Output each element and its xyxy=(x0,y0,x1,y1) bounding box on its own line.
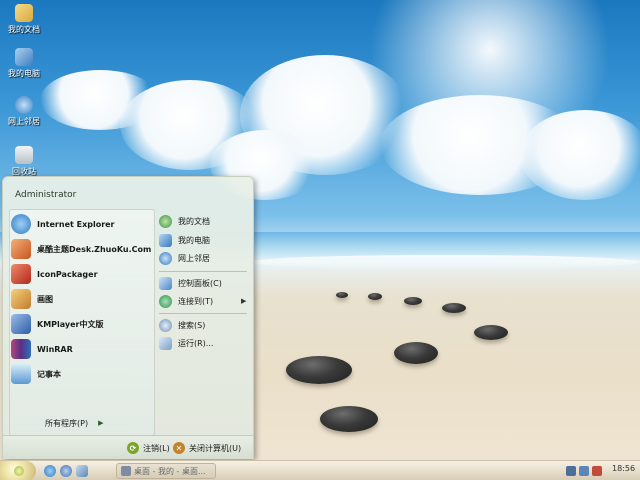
volume-tray-icon[interactable] xyxy=(579,466,589,476)
stone xyxy=(404,297,422,305)
system-label: 连接到(T) xyxy=(178,296,214,306)
desktop-icon-label: 我的电脑 xyxy=(8,69,40,78)
tool-label: 搜索(S) xyxy=(178,320,206,330)
place-label: 我的文档 xyxy=(178,216,210,226)
paint-icon xyxy=(11,289,31,309)
my-documents-icon xyxy=(159,214,172,228)
sea-foam xyxy=(250,255,640,269)
stone xyxy=(320,406,378,432)
zhuoku-theme-icon xyxy=(11,239,31,259)
taskbar-window-button[interactable]: 桌面 - 我的 - 桌面... xyxy=(116,463,216,479)
program-label: KMPlayer中文版 xyxy=(37,319,104,329)
program-winrar[interactable]: WinRAR xyxy=(11,338,73,360)
desktop-icon-my-documents[interactable]: 我的文档 xyxy=(4,4,44,35)
tool-run[interactable]: 运行(R)... xyxy=(159,335,213,351)
media-player-icon[interactable] xyxy=(60,465,72,477)
network-tray-icon[interactable] xyxy=(566,466,576,476)
my-computer-icon xyxy=(15,48,33,66)
search-icon xyxy=(159,318,172,332)
start-orb-icon xyxy=(14,466,24,476)
connect-to-icon xyxy=(159,294,172,308)
stone xyxy=(442,303,466,313)
cloud xyxy=(520,110,640,200)
internet-explorer-icon[interactable] xyxy=(44,465,56,477)
clock[interactable]: 18:56 xyxy=(612,464,635,473)
show-desktop-icon[interactable] xyxy=(76,465,88,477)
chevron-right-icon: ▶ xyxy=(241,297,247,305)
program-label: WinRAR xyxy=(37,344,73,354)
place-label: 网上邻居 xyxy=(178,253,210,263)
place-my-computer[interactable]: 我的电脑 xyxy=(159,232,210,248)
shutdown-label: 关闭计算机(U) xyxy=(189,443,242,453)
program-paint[interactable]: 画图 xyxy=(11,288,53,310)
stone xyxy=(286,356,352,384)
user-name: Administrator xyxy=(15,190,77,200)
stone xyxy=(394,342,438,364)
program-label: 桌酷主题Desk.ZhuoKu.Com xyxy=(37,244,152,254)
system-connect-to[interactable]: 连接到(T) ▶ xyxy=(159,293,246,309)
all-programs-label: 所有程序(P) xyxy=(45,418,89,428)
logoff-icon: ⟳ xyxy=(127,442,139,454)
desktop-icon-label: 网上邻居 xyxy=(8,117,40,126)
recycle-bin-icon xyxy=(15,146,33,164)
notepad-icon xyxy=(11,364,31,384)
system-label: 控制面板(C) xyxy=(178,278,222,288)
taskbar-window-label: 桌面 - 我的 - 桌面... xyxy=(134,466,206,476)
network-places-icon xyxy=(159,251,172,265)
menu-separator xyxy=(159,271,247,272)
menu-separator xyxy=(159,313,247,314)
winrar-icon xyxy=(11,339,31,359)
place-label: 我的电脑 xyxy=(178,235,210,245)
logoff-button[interactable]: ⟳ 注销(L) xyxy=(127,441,170,455)
run-icon xyxy=(159,336,172,350)
program-notepad[interactable]: 记事本 xyxy=(11,363,61,385)
all-programs-button[interactable]: 所有程序(P) ▶ xyxy=(9,414,155,432)
program-label: 画图 xyxy=(37,294,53,304)
stone xyxy=(368,293,382,300)
window-icon xyxy=(121,466,131,476)
tool-label: 运行(R)... xyxy=(178,338,214,348)
taskbar: 桌面 - 我的 - 桌面... 18:56 xyxy=(0,460,640,480)
program-zhuoku-theme[interactable]: 桌酷主题Desk.ZhuoKu.Com xyxy=(11,238,151,260)
program-label: 记事本 xyxy=(37,369,61,379)
control-panel-icon xyxy=(159,276,172,290)
network-places-icon xyxy=(15,96,33,114)
program-kmplayer[interactable]: KMPlayer中文版 xyxy=(11,313,104,335)
desktop-icon-network-places[interactable]: 网上邻居 xyxy=(4,96,44,127)
start-menu: Administrator Internet Explorer 桌酷主题Desk… xyxy=(2,176,254,459)
program-label: Internet Explorer xyxy=(37,219,115,229)
start-menu-places-pane: 我的文档 我的电脑 网上邻居 控制面板(C) 连接到(T) ▶ 搜索(S) 运行… xyxy=(159,209,251,351)
shutdown-icon: ✕ xyxy=(173,442,185,454)
shutdown-button[interactable]: ✕ 关闭计算机(U) xyxy=(173,441,241,455)
program-internet-explorer[interactable]: Internet Explorer xyxy=(11,213,115,235)
system-control-panel[interactable]: 控制面板(C) xyxy=(159,275,222,291)
start-button[interactable] xyxy=(0,461,36,480)
desktop-icon-recycle-bin[interactable]: 回收站 xyxy=(4,146,44,177)
iconpackager-icon xyxy=(11,264,31,284)
my-computer-icon xyxy=(159,233,172,247)
my-documents-icon xyxy=(15,4,33,22)
chevron-right-icon: ▶ xyxy=(98,419,104,427)
stone xyxy=(336,292,348,298)
kmplayer-icon xyxy=(11,314,31,334)
place-network-places[interactable]: 网上邻居 xyxy=(159,250,210,266)
place-my-documents[interactable]: 我的文档 xyxy=(159,213,210,229)
tool-search[interactable]: 搜索(S) xyxy=(159,317,205,333)
desktop-icon-my-computer[interactable]: 我的电脑 xyxy=(4,48,44,79)
program-iconpackager[interactable]: IconPackager xyxy=(11,263,98,285)
program-label: IconPackager xyxy=(37,269,98,279)
stone xyxy=(474,325,508,340)
logoff-label: 注销(L) xyxy=(143,443,170,453)
start-menu-footer: ⟳ 注销(L) ✕ 关闭计算机(U) xyxy=(3,435,253,459)
internet-explorer-icon xyxy=(11,214,31,234)
desktop-icon-label: 我的文档 xyxy=(8,25,40,34)
security-tray-icon[interactable] xyxy=(592,466,602,476)
